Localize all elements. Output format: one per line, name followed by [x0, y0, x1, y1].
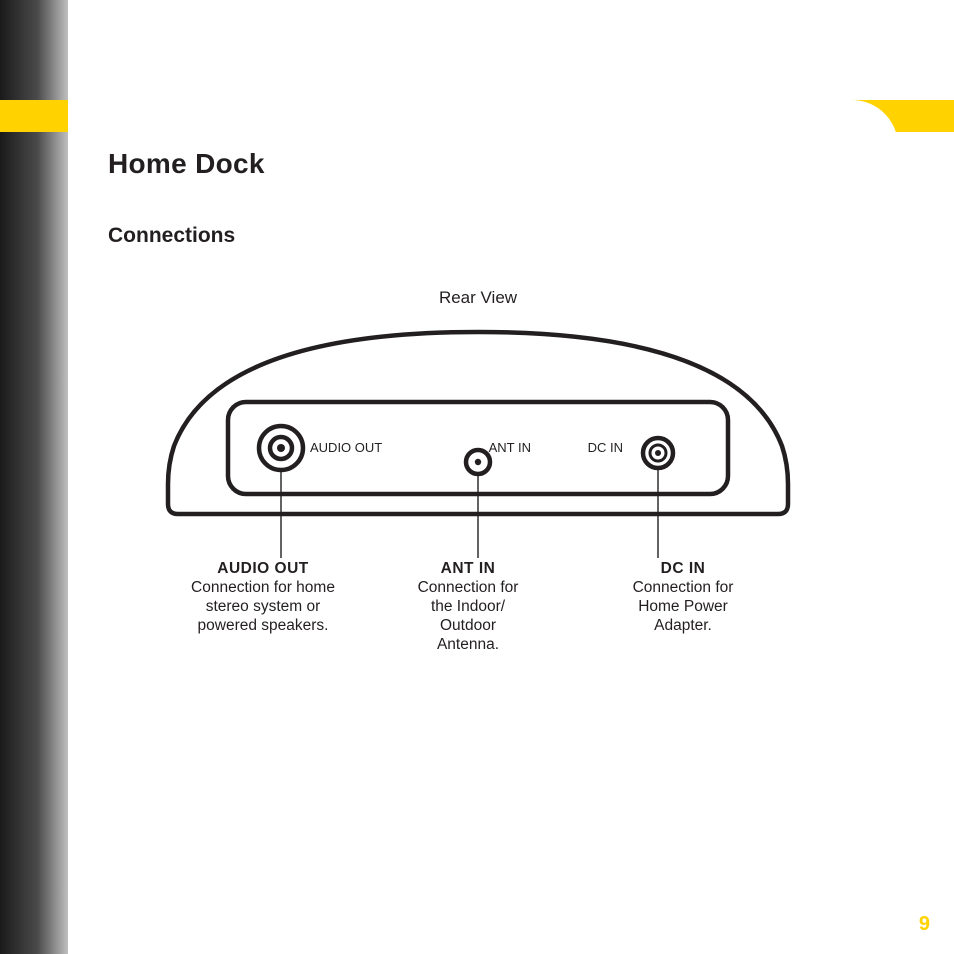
left-gradient-strip: [0, 0, 68, 954]
callout-line: Outdoor: [378, 617, 558, 636]
callout-line: stereo system or: [148, 598, 378, 617]
page-title: Home Dock: [108, 148, 848, 180]
callouts-row: AUDIO OUT Connection for home stereo sys…: [148, 560, 808, 655]
section-heading: Connections: [108, 224, 848, 248]
callout-ant-in: ANT IN Connection for the Indoor/ Outdoo…: [378, 560, 558, 655]
callout-line: Adapter.: [558, 617, 808, 636]
callout-line: powered speakers.: [148, 617, 378, 636]
port-label-ant-in: ANT IN: [489, 440, 531, 455]
callout-audio-out: AUDIO OUT Connection for home stereo sys…: [148, 560, 378, 655]
callout-line: Connection for home: [148, 579, 378, 598]
callout-heading: DC IN: [558, 560, 808, 579]
callout-line: the Indoor/: [378, 598, 558, 617]
callout-line: Home Power: [558, 598, 808, 617]
callout-heading: ANT IN: [378, 560, 558, 579]
callout-heading: AUDIO OUT: [148, 560, 378, 579]
callout-line: Connection for: [558, 579, 808, 598]
page-number: 9: [919, 913, 930, 936]
callout-line: Connection for: [378, 579, 558, 598]
callout-dc-in: DC IN Connection for Home Power Adapter.: [558, 560, 808, 655]
callout-line: Antenna.: [378, 636, 558, 655]
port-label-dc-in: DC IN: [588, 440, 623, 455]
diagram: Rear View AUDIO OUT ANT IN: [148, 288, 808, 668]
content-card: Home Dock Connections Rear View AUDIO OU…: [68, 100, 898, 890]
device-illustration: AUDIO OUT ANT IN DC IN: [148, 314, 808, 564]
port-label-audio-out: AUDIO OUT: [310, 440, 382, 455]
view-label: Rear View: [148, 288, 808, 308]
